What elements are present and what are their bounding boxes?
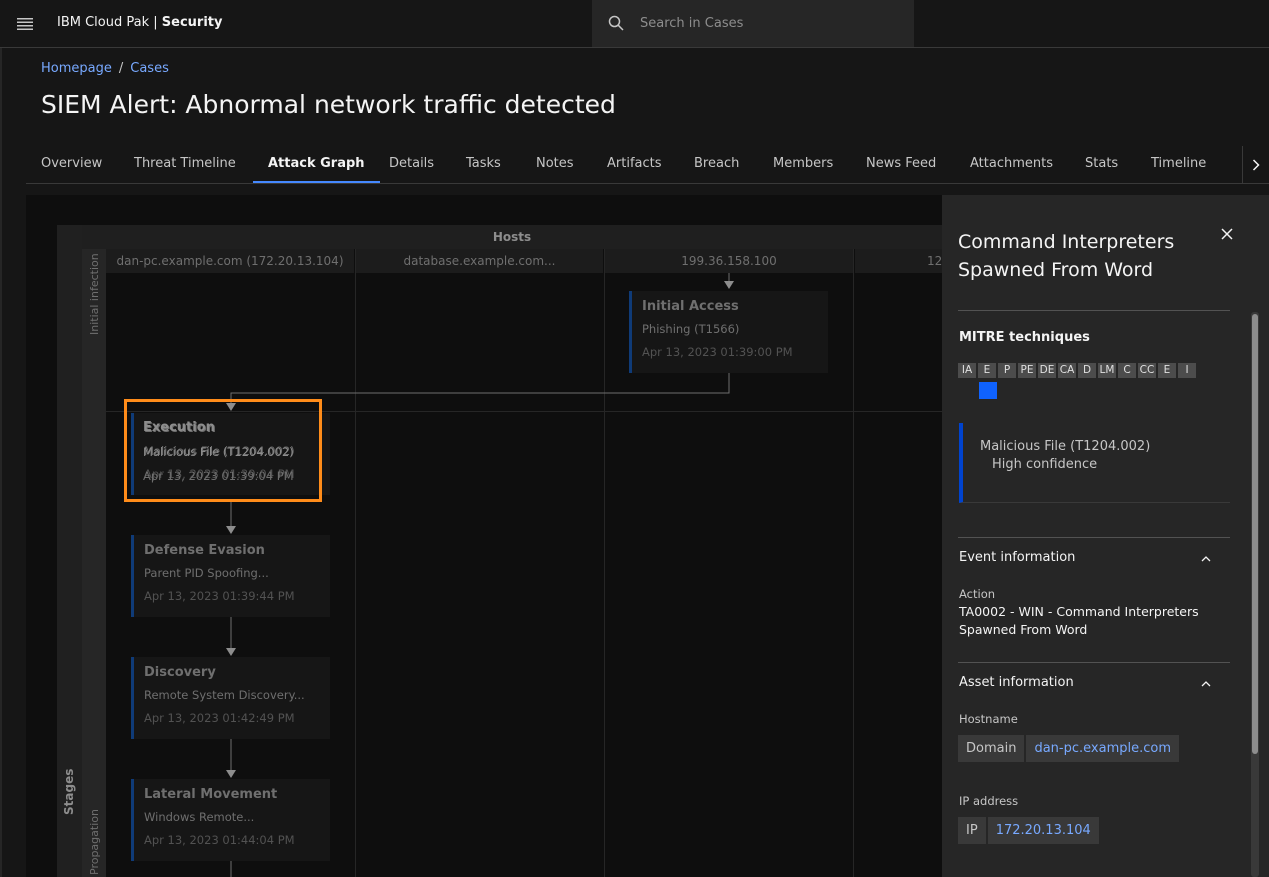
asset-information-header[interactable]: Asset information (959, 675, 1074, 690)
breadcrumb: Homepage / Cases (41, 61, 169, 76)
node-technique: Windows Remote... (144, 810, 255, 824)
hostname-label: Hostname (959, 712, 1018, 726)
hostname-tag: Domain dan-pc.example.com (958, 735, 1179, 762)
mitre-tactic-strip: IA E P PE DE CA D LM C CC E I (958, 363, 1196, 378)
chevron-right-icon[interactable] (1242, 146, 1269, 183)
top-header: IBM Cloud Pak | Security (0, 0, 1269, 48)
search-icon (608, 15, 624, 31)
attack-node-lateral-movement[interactable]: Lateral Movement Windows Remote... Apr 1… (131, 779, 330, 861)
scrollbar-thumb[interactable] (1252, 314, 1258, 754)
hostname-link[interactable]: dan-pc.example.com (1026, 735, 1179, 762)
product-name[interactable]: IBM Cloud Pak | Security (57, 15, 222, 30)
tab-threat-timeline[interactable]: Threat Timeline (119, 146, 251, 183)
ip-link[interactable]: 172.20.13.104 (987, 817, 1099, 844)
mitre-tactic[interactable]: CA (1058, 363, 1076, 378)
mitre-tactic[interactable]: IA (958, 363, 976, 378)
selected-node-technique: Malicious File (T1204.002) (143, 445, 294, 459)
node-title: Defense Evasion (144, 543, 265, 558)
node-timestamp: Apr 13, 2023 01:42:49 PM (144, 711, 295, 725)
ip-address-label: IP address (959, 794, 1019, 808)
tab-artifacts[interactable]: Artifacts (592, 146, 677, 183)
chevron-up-icon[interactable] (1198, 676, 1214, 692)
tab-stats[interactable]: Stats (1070, 146, 1133, 183)
selected-tactic-marker[interactable] (979, 382, 997, 399)
ip-key: IP (958, 817, 986, 844)
panel-divider (958, 662, 1230, 663)
node-technique: Parent PID Spoofing... (144, 566, 269, 580)
tab-overview[interactable]: Overview (26, 146, 117, 183)
hostname-key: Domain (958, 735, 1025, 762)
tab-attachments[interactable]: Attachments (955, 146, 1068, 183)
search-box (592, 0, 914, 48)
mitre-tactic[interactable]: PE (1018, 363, 1036, 378)
event-information-header[interactable]: Event information (959, 550, 1075, 565)
technique-confidence: High confidence (992, 457, 1098, 472)
action-value: TA0002 - WIN - Command Interpreters Spaw… (959, 604, 1199, 637)
mitre-tactic[interactable]: I (1178, 363, 1196, 378)
mitre-tactic[interactable]: CC (1138, 363, 1156, 378)
attack-node-defense-evasion[interactable]: Defense Evasion Parent PID Spoofing... A… (131, 535, 330, 617)
mitre-tactic[interactable]: C (1118, 363, 1136, 378)
tab-members[interactable]: Members (758, 146, 848, 183)
tab-news-feed[interactable]: News Feed (851, 146, 951, 183)
tab-attack-graph[interactable]: Attack Graph (253, 146, 380, 183)
detail-side-panel: Command Interpreters Spawned From Word M… (942, 195, 1269, 877)
action-label: Action (959, 587, 996, 601)
tab-details[interactable]: Details (374, 146, 449, 183)
mitre-heading: MITRE techniques (959, 330, 1090, 345)
tab-breach[interactable]: Breach (679, 146, 754, 183)
search-input[interactable] (640, 0, 900, 47)
breadcrumb-separator: / (118, 61, 124, 76)
technique-card: Malicious File (T1204.002) High confiden… (959, 423, 1230, 503)
mitre-tactic[interactable]: LM (1098, 363, 1116, 378)
tab-timeline[interactable]: Timeline (1136, 146, 1221, 183)
menu-icon[interactable] (10, 9, 40, 39)
node-title: Lateral Movement (144, 787, 278, 802)
mitre-tactic[interactable]: E (1158, 363, 1176, 378)
breadcrumb-homepage[interactable]: Homepage (41, 61, 112, 76)
page-title: SIEM Alert: Abnormal network traffic det… (41, 90, 616, 119)
mitre-tactic[interactable]: D (1078, 363, 1096, 378)
mitre-tactic[interactable]: E (978, 363, 996, 378)
node-title: Discovery (144, 665, 216, 680)
mitre-tactic[interactable]: DE (1038, 363, 1056, 378)
panel-divider (958, 310, 1230, 311)
window-edge (0, 48, 2, 877)
node-timestamp: Apr 13, 2023 01:39:00 PM (642, 345, 793, 359)
mitre-tactic[interactable]: P (998, 363, 1016, 378)
tab-notes[interactable]: Notes (521, 146, 589, 183)
panel-divider (958, 537, 1230, 538)
node-timestamp: Apr 13, 2023 01:44:04 PM (144, 833, 295, 847)
ip-tag: IP 172.20.13.104 (958, 817, 1099, 844)
node-title: Initial Access (642, 299, 739, 314)
selected-node-timestamp: Apr 13, 2023 01:39:04 PM (143, 469, 294, 483)
tab-tasks[interactable]: Tasks (451, 146, 516, 183)
node-timestamp: Apr 13, 2023 01:39:44 PM (144, 589, 295, 603)
selected-node-title: Execution (143, 420, 215, 435)
breadcrumb-cases[interactable]: Cases (130, 61, 169, 76)
attack-graph-canvas[interactable]: Stages Initial infection Propagation Hos… (26, 195, 942, 877)
attack-node-discovery[interactable]: Discovery Remote System Discovery... Apr… (131, 657, 330, 739)
chevron-up-icon[interactable] (1198, 551, 1214, 567)
panel-title: Command Interpreters Spawned From Word (958, 231, 1175, 281)
case-tabs: Overview Threat Timeline Attack Graph De… (26, 146, 1269, 184)
node-technique: Remote System Discovery... (144, 688, 305, 702)
panel-scrollbar[interactable] (1251, 312, 1259, 877)
node-technique: Phishing (T1566) (642, 322, 740, 336)
close-icon[interactable] (1212, 219, 1242, 249)
attack-node-initial-access[interactable]: Initial Access Phishing (T1566) Apr 13, … (629, 291, 828, 373)
technique-name: Malicious File (T1204.002) (980, 439, 1151, 454)
